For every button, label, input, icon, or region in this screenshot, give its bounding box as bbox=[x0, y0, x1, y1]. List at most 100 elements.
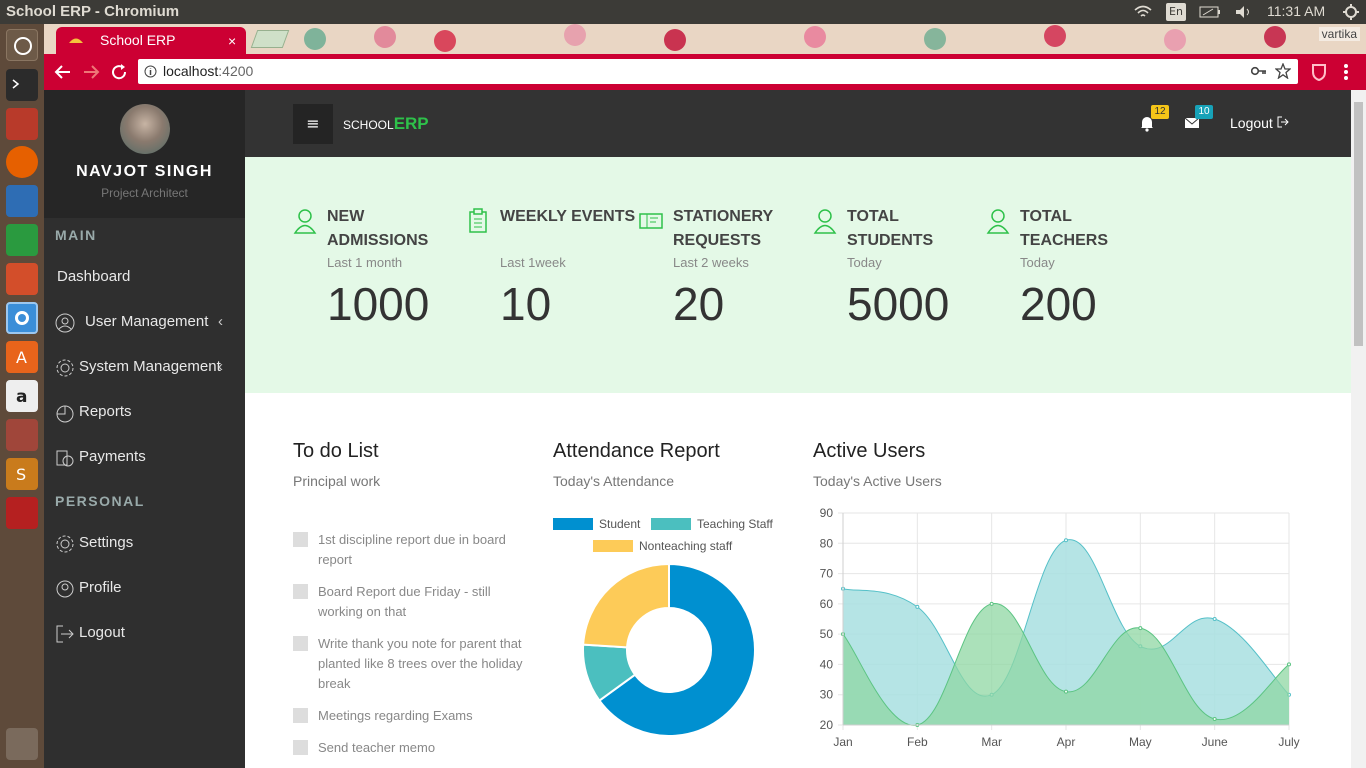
info-icon[interactable] bbox=[144, 65, 157, 78]
forward-icon[interactable] bbox=[82, 63, 100, 81]
todo-checkbox[interactable] bbox=[293, 532, 308, 547]
sidebar-item-label: User Management bbox=[85, 313, 209, 330]
writer-icon[interactable] bbox=[6, 185, 38, 217]
data-point[interactable] bbox=[1064, 538, 1068, 543]
tab-favicon bbox=[69, 38, 83, 43]
y-tick-label: 90 bbox=[820, 506, 834, 520]
bookmark-star-icon[interactable] bbox=[1275, 63, 1291, 79]
stat-period: Last 2 weeks bbox=[673, 255, 749, 270]
app-header: ≡ SCHOOLERP 12 10 Logout bbox=[245, 90, 1351, 157]
address-bar[interactable]: localhost:4200 bbox=[138, 59, 1298, 84]
svg-text:A: A bbox=[16, 348, 27, 367]
data-point[interactable] bbox=[1212, 716, 1217, 721]
power-gear-icon[interactable] bbox=[1342, 3, 1360, 21]
workspaces-icon[interactable] bbox=[6, 497, 38, 529]
todo-title: To do List bbox=[293, 440, 379, 462]
scrollbar-thumb[interactable] bbox=[1354, 102, 1363, 346]
header-logout-button[interactable]: Logout bbox=[1230, 115, 1289, 131]
sidebar-item-label: Settings bbox=[79, 534, 134, 551]
volume-icon[interactable] bbox=[1235, 5, 1253, 19]
brand-logo[interactable]: SCHOOLERP bbox=[343, 114, 429, 134]
todo-checkbox[interactable] bbox=[293, 740, 308, 755]
todo-checkbox[interactable] bbox=[293, 708, 308, 723]
wifi-icon[interactable] bbox=[1134, 5, 1152, 19]
new-tab-button[interactable] bbox=[250, 30, 290, 48]
sidebar-item-payments[interactable]: Payments bbox=[44, 444, 245, 474]
amazon-icon[interactable]: a bbox=[6, 380, 38, 412]
sidebar-item-system-management[interactable]: System Management ‹ bbox=[44, 354, 245, 384]
user-role: Project Architect bbox=[101, 186, 188, 200]
sidebar-item-profile[interactable]: Profile bbox=[44, 575, 245, 605]
x-tick-label: May bbox=[1129, 735, 1152, 749]
browser-profile-name[interactable]: vartika bbox=[1318, 27, 1360, 41]
legend-label-nonteaching-staff: Nonteaching staff bbox=[639, 539, 733, 553]
theme-decoration bbox=[924, 28, 946, 50]
stat-value: 200 bbox=[1020, 278, 1097, 330]
legend-swatch-nonteaching-staff[interactable] bbox=[593, 540, 633, 552]
x-tick-label: Jan bbox=[833, 735, 852, 749]
terminal-icon[interactable] bbox=[6, 69, 38, 101]
avatar[interactable] bbox=[120, 104, 170, 154]
firefox-icon[interactable] bbox=[6, 146, 38, 178]
dash-home-icon[interactable] bbox=[6, 29, 38, 61]
stat-title: WEEKLY EVENTS bbox=[500, 208, 636, 225]
legend-swatch-student[interactable] bbox=[553, 518, 593, 530]
sidebar-item-user-management[interactable]: User Management ‹ bbox=[44, 309, 245, 339]
data-point[interactable] bbox=[915, 604, 920, 609]
data-point[interactable] bbox=[1138, 626, 1143, 631]
legend-swatch-teaching-staff[interactable] bbox=[651, 518, 691, 530]
payments-icon bbox=[56, 450, 74, 467]
todo-checkbox[interactable] bbox=[293, 584, 308, 599]
impress-icon[interactable] bbox=[6, 263, 38, 295]
page-scrollbar[interactable] bbox=[1351, 90, 1366, 768]
system-settings-icon[interactable] bbox=[6, 419, 38, 451]
clock[interactable]: 11:31 AM bbox=[1267, 3, 1325, 19]
trash-icon[interactable] bbox=[6, 728, 38, 760]
tab-close-button[interactable]: × bbox=[228, 33, 236, 49]
sidebar-item-logout[interactable]: Logout bbox=[44, 620, 245, 650]
stat-period: Last 1 month bbox=[327, 255, 403, 270]
back-icon[interactable] bbox=[54, 63, 72, 81]
x-tick-label: Mar bbox=[981, 735, 1002, 749]
key-icon[interactable] bbox=[1251, 65, 1267, 77]
sidebar-item-reports[interactable]: Reports bbox=[44, 399, 245, 429]
sidebar-item-settings[interactable]: Settings bbox=[44, 530, 245, 560]
stat-period: Today bbox=[847, 255, 882, 270]
sidebar-item-dashboard[interactable]: Dashboard bbox=[44, 264, 245, 294]
menu-toggle-button[interactable]: ≡ bbox=[293, 104, 333, 144]
data-point[interactable] bbox=[1064, 689, 1068, 694]
section-personal-heading: PERSONAL bbox=[55, 493, 145, 509]
theme-decoration bbox=[1164, 29, 1186, 51]
theme-decoration bbox=[1044, 25, 1066, 47]
user-icon bbox=[813, 209, 837, 234]
keyboard-language-indicator[interactable]: En bbox=[1166, 3, 1186, 21]
chevron-left-icon: ‹ bbox=[218, 358, 223, 375]
y-tick-label: 50 bbox=[820, 627, 834, 641]
stat-title: NEW ADMISSIONS bbox=[327, 208, 429, 249]
tab-school-erp[interactable]: School ERP × bbox=[56, 27, 246, 54]
sign-out-icon bbox=[1277, 116, 1289, 128]
data-point[interactable] bbox=[1212, 617, 1217, 621]
stat-value: 5000 bbox=[847, 278, 950, 330]
sublime-text-icon[interactable]: S bbox=[6, 458, 38, 490]
user-circle-icon bbox=[55, 313, 75, 333]
software-center-icon[interactable]: A bbox=[6, 341, 38, 373]
chromium-icon[interactable] bbox=[6, 302, 38, 334]
data-point[interactable] bbox=[1287, 662, 1291, 667]
battery-icon[interactable] bbox=[1199, 6, 1221, 18]
y-tick-label: 20 bbox=[820, 718, 834, 732]
tab-title: School ERP bbox=[100, 32, 176, 48]
data-point[interactable] bbox=[989, 601, 994, 606]
todo-text: 1st discipline report due in board repor… bbox=[318, 532, 506, 567]
extension-shield-icon[interactable] bbox=[1310, 63, 1328, 81]
reload-icon[interactable] bbox=[110, 63, 128, 81]
calc-icon[interactable] bbox=[6, 224, 38, 256]
sidebar-item-label: Dashboard bbox=[57, 268, 131, 285]
y-tick-label: 60 bbox=[820, 597, 834, 611]
section-main-heading: MAIN bbox=[55, 227, 97, 243]
files-icon[interactable] bbox=[6, 108, 38, 140]
browser-menu-icon[interactable] bbox=[1342, 63, 1350, 81]
messages-badge: 10 bbox=[1195, 105, 1213, 119]
doughnut-slice-nonteaching-staff[interactable] bbox=[582, 562, 670, 649]
todo-checkbox[interactable] bbox=[293, 636, 308, 651]
